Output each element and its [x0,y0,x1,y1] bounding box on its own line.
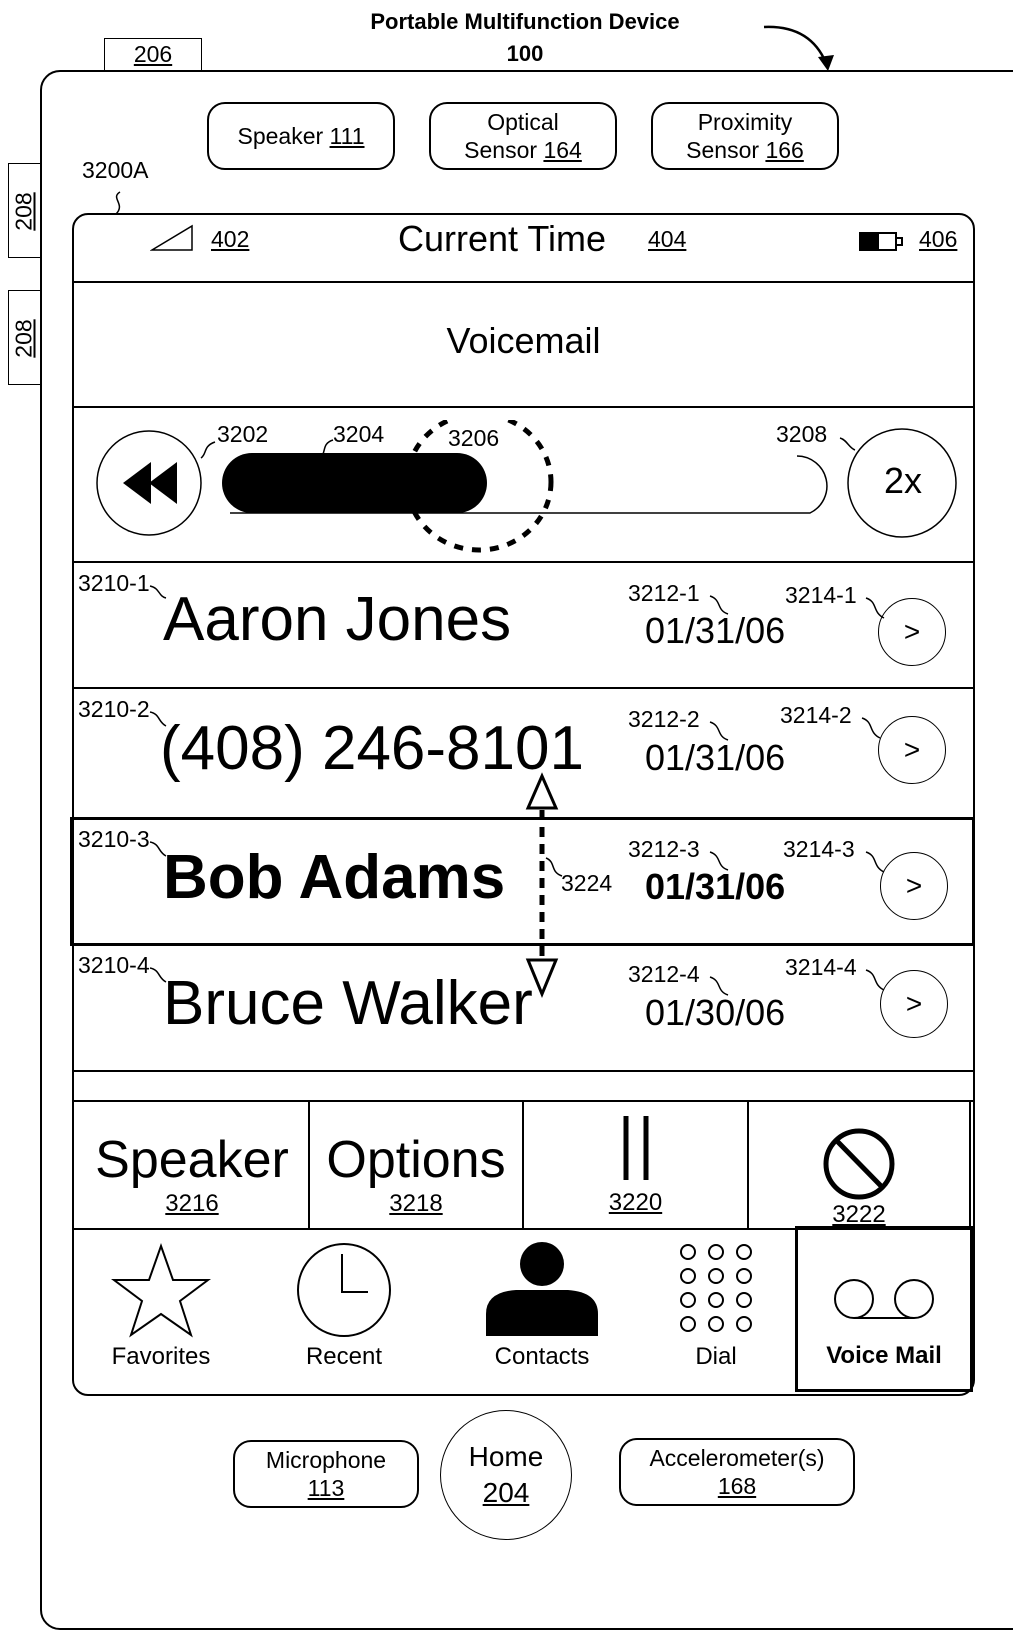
keypad-icon [680,1244,752,1332]
voicemail-icon [834,1279,934,1319]
tab-voice-mail-label: Voice Mail [826,1342,942,1369]
accelerometer-ref: 168 [717,1473,757,1499]
gesture-ref: 3224 [561,870,613,896]
swipe-gesture-arrow [525,772,559,998]
clock-icon [297,1243,391,1337]
options-button-ref: 3218 [389,1190,443,1217]
prohibited-icon [823,1128,895,1200]
pause-icon [623,1116,648,1180]
tab-voice-mail[interactable]: Voice Mail [795,1226,973,1392]
delete-button[interactable]: 3222 [749,1126,969,1229]
microphone-label: Microphone [265,1447,387,1473]
tab-recent[interactable]: Recent [258,1240,430,1371]
accelerometer-hardware: Accelerometer(s) 168 [619,1438,855,1506]
options-button[interactable]: Options 3218 [310,1130,522,1218]
home-button-label: Home [468,1441,544,1472]
tab-contacts-label: Contacts [494,1343,590,1370]
star-icon [111,1242,211,1338]
person-icon [486,1242,598,1336]
tab-dial-label: Dial [695,1343,737,1370]
tab-dial[interactable]: Dial [640,1240,792,1371]
tab-favorites-label: Favorites [111,1343,211,1370]
accelerometer-label: Accelerometer(s) [649,1445,825,1471]
tab-recent-label: Recent [305,1343,383,1370]
microphone-hardware: Microphone 113 [233,1440,419,1508]
home-button-ref: 204 [482,1477,530,1508]
pause-button[interactable]: 3220 [524,1112,747,1217]
row-leaders [149,585,885,996]
action-divider [969,1100,971,1228]
microphone-ref: 113 [307,1475,345,1501]
speaker-button-ref: 3216 [165,1190,219,1217]
home-button[interactable]: Home 204 [440,1410,572,1540]
options-button-label: Options [326,1131,506,1189]
delete-button-ref: 3222 [832,1201,886,1228]
pause-button-ref: 3220 [608,1189,663,1216]
tab-favorites[interactable]: Favorites [76,1240,246,1371]
tab-contacts[interactable]: Contacts [456,1240,628,1371]
speaker-button[interactable]: Speaker 3216 [76,1130,308,1218]
speaker-button-label: Speaker [95,1131,289,1189]
